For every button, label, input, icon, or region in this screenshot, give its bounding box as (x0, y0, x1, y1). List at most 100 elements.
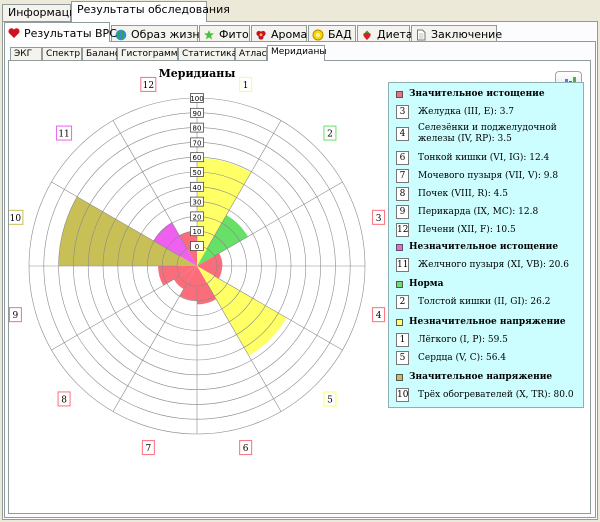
subtab-atlas[interactable]: Атлас (235, 47, 267, 61)
tab-diet[interactable]: Диета (357, 25, 413, 42)
subtab-statistics[interactable]: Статистика (178, 47, 237, 61)
tab-vrs-results-label: Результаты ВРС (24, 26, 117, 40)
tab-lifestyle[interactable]: Образ жизни (111, 25, 207, 42)
tab-diet-label: Диета (377, 28, 413, 41)
meridian-label: 12 (143, 81, 154, 91)
legend-item-text: Тонкой кишки (VI, IG): 12.4 (418, 152, 550, 163)
subtab-histogram[interactable]: Гистограмма (117, 47, 183, 61)
meridian-label: 4 (376, 311, 382, 321)
legend-heading-label: Незначительное истощение (409, 242, 559, 252)
meridian-label: 9 (13, 311, 19, 321)
legend-heading-norm: Норма (396, 279, 443, 289)
radial-tick-label: 20 (193, 213, 202, 221)
tab-conclusion-label: Заключение (431, 28, 503, 41)
tab-aroma-label: Арома (271, 28, 308, 41)
legend-item-text: Печени (XII, F): 10.5 (418, 224, 516, 235)
tab-phyto-label: Фито (219, 28, 249, 41)
legend-item-number: 1 (396, 333, 409, 347)
radial-tick-label: 50 (193, 169, 202, 177)
legend-item: 6 Тонкой кишки (VI, IG): 12.4 (396, 151, 549, 165)
legend-item-text: Толстой кишки (II, GI): 26.2 (418, 296, 551, 307)
meridian-sector-5 (197, 266, 287, 356)
tab-bad-label: БАД (328, 28, 352, 41)
flower-icon (256, 30, 266, 40)
radial-tick-label: 40 (193, 184, 202, 192)
legend-heading-minor-depletion: Незначительное истощение (396, 242, 558, 252)
legend-swatch (396, 90, 403, 98)
legend-item: 5 Сердца (V, C): 56.4 (396, 351, 506, 365)
leaf-icon (204, 29, 214, 39)
legend-item-number: 2 (396, 295, 409, 309)
legend-item: 10 Трёх обогревателей (X, TR): 80.0 (396, 388, 574, 402)
subtab-meridians[interactable]: Меридианы (267, 45, 326, 61)
meridian-label: 2 (327, 130, 333, 140)
tab-phyto[interactable]: Фито (199, 25, 250, 42)
meridians-polar-chart: Меридианы 0102030405060708090100 1234567… (9, 67, 386, 456)
legend-heading-significant-tension: Значительное напряжение (396, 372, 552, 382)
legend-item: 12 Печени (XII, F): 10.5 (396, 223, 516, 237)
legend-item-text: Трёх обогревателей (X, TR): 80.0 (418, 389, 574, 400)
radial-tick-label: 80 (193, 125, 202, 133)
tab-conclusion[interactable]: Заключение (411, 25, 502, 42)
tab-examination-results[interactable]: Результаты обследования (71, 1, 230, 22)
radial-tick-label: 0 (195, 243, 199, 251)
subtab-spectrum[interactable]: Спектр (42, 47, 82, 61)
radial-tick-label: 60 (193, 154, 202, 162)
radial-tick-label: 10 (193, 228, 202, 236)
legend-heading-label: Значительное напряжение (409, 372, 553, 382)
legend-item-number: 4 (396, 127, 409, 141)
legend-item-text: Желчного пузыря (XI, VB): 20.6 (418, 259, 569, 270)
legend-item-number: 8 (396, 187, 409, 201)
legend-item-text: Лёгкого (I, P): 59.5 (418, 334, 508, 345)
legend-item-number: 12 (396, 223, 409, 237)
meridian-label: 7 (145, 444, 151, 454)
tab-information[interactable]: Информация (2, 4, 83, 22)
legend-swatch (396, 280, 403, 288)
radial-tick-label: 100 (190, 95, 203, 103)
legend-item-text: Почек (VIII, R): 4.5 (418, 188, 508, 199)
pill-icon (312, 29, 324, 40)
legend-heading-minor-tension: Незначительное напряжение (396, 317, 566, 327)
legend-heading-label: Значительное истощение (409, 89, 545, 99)
legend-heading-label: Норма (409, 279, 444, 289)
tab-vrs-results[interactable]: Результаты ВРС (4, 22, 117, 42)
grid-spoke (51, 275, 180, 351)
legend-item-text: Сердца (V, C): 56.4 (418, 352, 507, 363)
radial-tick-label: 30 (193, 199, 202, 207)
meridian-label: 10 (10, 214, 22, 224)
legend-item: 2 Толстой кишки (II, GI): 26.2 (396, 295, 550, 309)
meridian-label: 6 (243, 444, 249, 454)
meridian-label: 3 (376, 214, 382, 224)
radial-tick-label: 70 (193, 139, 202, 147)
tab-bad[interactable]: БАД (308, 25, 356, 42)
legend-item: 1 Лёгкого (I, P): 59.5 (396, 333, 508, 347)
legend-swatch (396, 373, 403, 381)
grid-spoke (112, 283, 188, 412)
legend-item-text: Желудка (III, E): 3.7 (418, 106, 515, 117)
legend-item-text: Перикарда (IX, MC): 12.8 (418, 206, 539, 217)
legend-item: 4 Селезёнки и поджелудочной железы (IV, R… (396, 123, 558, 145)
meridian-label: 5 (327, 395, 333, 405)
legend-heading-significant-depletion: Значительное истощение (396, 89, 545, 99)
legend-item-number: 7 (396, 169, 409, 183)
subtab-ecg[interactable]: ЭКГ (10, 47, 42, 61)
radial-tick-label: 90 (193, 110, 202, 118)
legend-item: 3 Желудка (III, E): 3.7 (396, 105, 514, 119)
chart-title: Меридианы (159, 67, 236, 80)
legend-item-number: 3 (396, 105, 409, 119)
legend-item-text: Селезёнки и поджелудочной железы (IV, RP… (418, 123, 557, 144)
document-icon (417, 29, 426, 40)
legend-item-number: 5 (396, 351, 409, 365)
subtab-balance[interactable]: Баланс (82, 47, 120, 61)
strawberry-icon (363, 30, 371, 40)
meridian-label: 1 (243, 81, 249, 91)
legend-item-number: 9 (396, 205, 409, 219)
legend-item-number: 11 (396, 258, 409, 272)
meridian-label: 11 (58, 130, 69, 140)
heart-icon (8, 28, 20, 38)
legend-item: 8 Почек (VIII, R): 4.5 (396, 187, 508, 201)
legend-item: 7 Мочевого пузыря (VII, V): 9.8 (396, 169, 558, 183)
legend-item-number: 6 (396, 151, 409, 165)
tab-aroma[interactable]: Арома (251, 25, 307, 42)
legend-item-number: 10 (396, 388, 409, 402)
